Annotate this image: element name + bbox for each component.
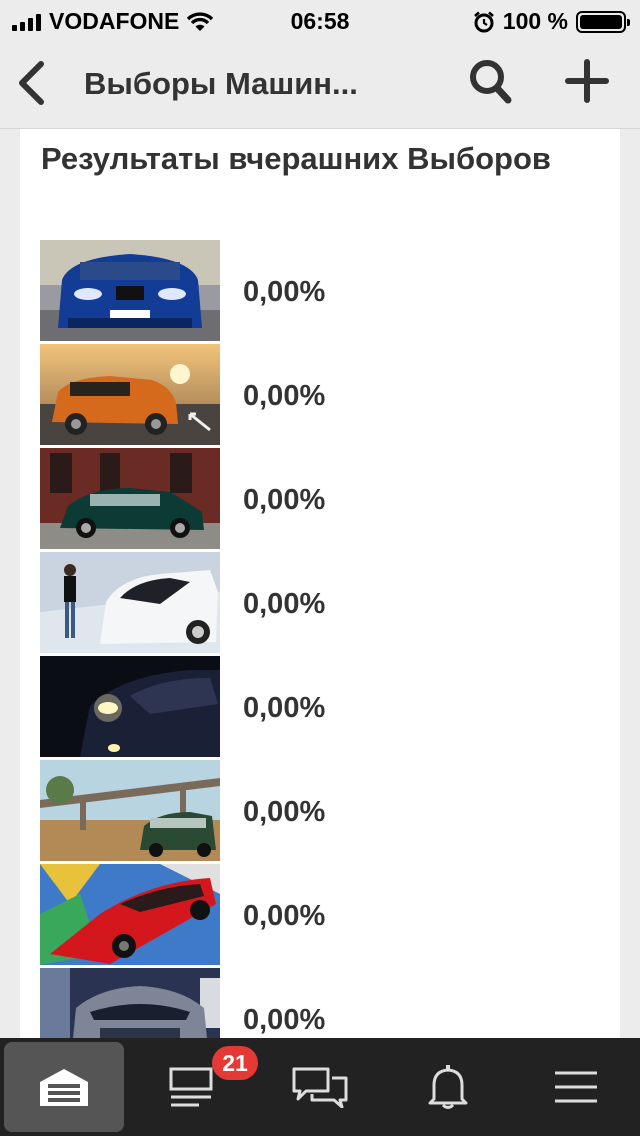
car-photo [40,656,220,757]
car-photo [40,240,220,341]
result-row[interactable]: 0,00% [40,864,600,968]
bell-icon [428,1065,468,1109]
car-photo [40,760,220,861]
result-row[interactable]: 0,00% [40,448,600,552]
feed-badge: 21 [212,1046,258,1080]
menu-icon [555,1071,597,1103]
result-row[interactable]: 0,00% [40,552,600,656]
alarm-icon [473,11,494,32]
car-photo [40,552,220,653]
result-row[interactable]: 0,00% [40,656,600,760]
result-percent: 0,00% [243,484,326,516]
car-photo [40,344,220,445]
chat-icon [292,1067,348,1108]
battery-icon [576,10,630,33]
result-percent: 0,00% [243,900,326,932]
nav-bar: Выборы Машин... [0,40,640,129]
results-card: Результаты вчерашних Выборов 0,00% 0,00%… [20,129,620,1039]
result-percent: 0,00% [243,380,326,412]
car-photo [40,968,220,1039]
chevron-left-icon[interactable] [12,58,56,108]
status-bar: VODAFONE 06:58 100 % [0,0,640,40]
result-row[interactable]: 0,00% [40,240,600,344]
search-icon[interactable] [468,58,512,106]
garage-icon [40,1069,88,1106]
tab-notifications[interactable] [388,1042,508,1132]
plus-icon[interactable] [564,58,610,104]
result-percent: 0,00% [243,276,326,308]
battery-percent: 100 % [502,8,568,34]
car-photo [40,448,220,549]
result-percent: 0,00% [243,692,326,724]
tab-garage[interactable] [4,1042,124,1132]
tab-menu[interactable] [516,1042,636,1132]
page-title: Выборы Машин... [84,66,358,101]
result-row[interactable]: 0,00% [40,344,600,448]
tab-chat[interactable] [260,1042,380,1132]
car-photo [40,864,220,965]
result-percent: 0,00% [243,796,326,828]
result-row[interactable]: 0,00% [40,760,600,864]
result-percent: 0,00% [243,588,326,620]
result-row[interactable]: 0,00% [40,968,600,1039]
result-percent: 0,00% [243,1004,326,1036]
status-right: 100 % [473,8,630,35]
feed-icon [169,1067,213,1107]
tab-bar: 21 [0,1038,640,1136]
results-list: 0,00% 0,00% 0,00% 0,00% 0,00% 0,00% 0,00… [40,240,600,1039]
results-heading: Результаты вчерашних Выборов [41,141,551,176]
